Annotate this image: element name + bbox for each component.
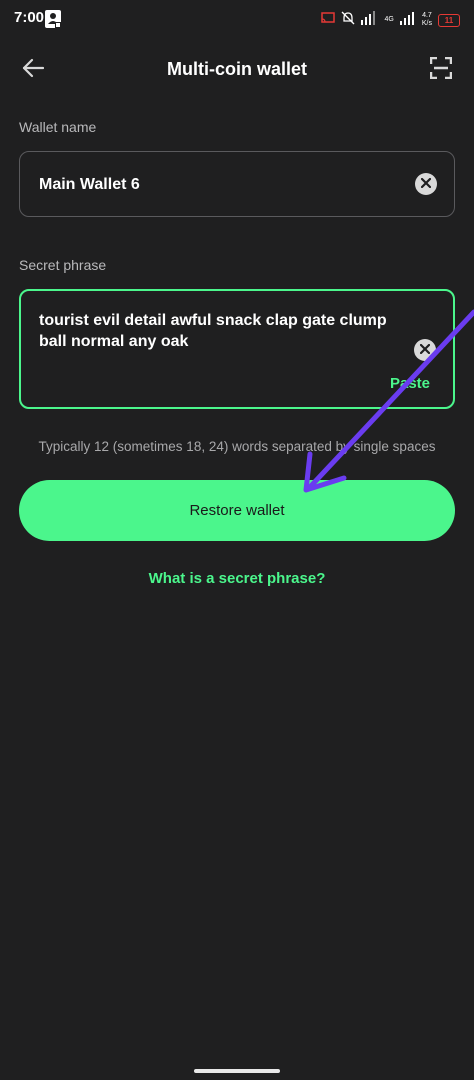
scan-button[interactable] xyxy=(422,51,460,89)
status-time: 7:00 xyxy=(14,9,45,26)
paste-button[interactable]: Paste xyxy=(390,375,430,392)
profile-icon xyxy=(45,10,61,28)
home-indicator[interactable] xyxy=(194,1069,280,1073)
battery-icon: 11 xyxy=(438,13,460,27)
clear-phrase-button[interactable] xyxy=(414,339,436,361)
network-type: 4G xyxy=(384,16,394,23)
status-icons: 4G 4.7 K/s 11 xyxy=(320,10,460,30)
battery-level: 11 xyxy=(444,15,454,25)
what-is-secret-phrase-link[interactable]: What is a secret phrase? xyxy=(0,570,474,587)
network-speed-unit: K/s xyxy=(421,20,432,27)
mute-icon xyxy=(341,11,355,30)
secret-phrase-label: Secret phrase xyxy=(19,257,107,273)
restore-wallet-label: Restore wallet xyxy=(189,502,285,519)
network-speed: 4.7 K/s xyxy=(422,12,432,28)
secret-phrase-field[interactable]: tourist evil detail awful snack clap gat… xyxy=(19,289,455,409)
wallet-name-label: Wallet name xyxy=(19,119,97,135)
hint-text: Typically 12 (sometimes 18, 24) words se… xyxy=(38,439,436,454)
secret-phrase-input[interactable]: tourist evil detail awful snack clap gat… xyxy=(39,310,389,352)
signal-icon xyxy=(360,10,379,30)
cast-icon xyxy=(320,11,335,29)
page-title: Multi-coin wallet xyxy=(166,59,307,79)
close-icon xyxy=(419,341,431,359)
header: Multi-coin wallet xyxy=(0,45,474,95)
network-speed-value: 4.7 xyxy=(422,12,432,19)
wallet-name-field[interactable]: Main Wallet 6 xyxy=(19,151,455,217)
status-bar: 7:00 4G 4.7 K/s 11 xyxy=(0,0,474,40)
wallet-name-input[interactable]: Main Wallet 6 xyxy=(39,176,140,194)
scan-icon xyxy=(429,56,453,84)
restore-wallet-button[interactable]: Restore wallet xyxy=(19,480,455,541)
signal-icon-2 xyxy=(399,11,416,30)
clear-wallet-name-button[interactable] xyxy=(415,173,437,195)
close-icon xyxy=(420,175,432,193)
